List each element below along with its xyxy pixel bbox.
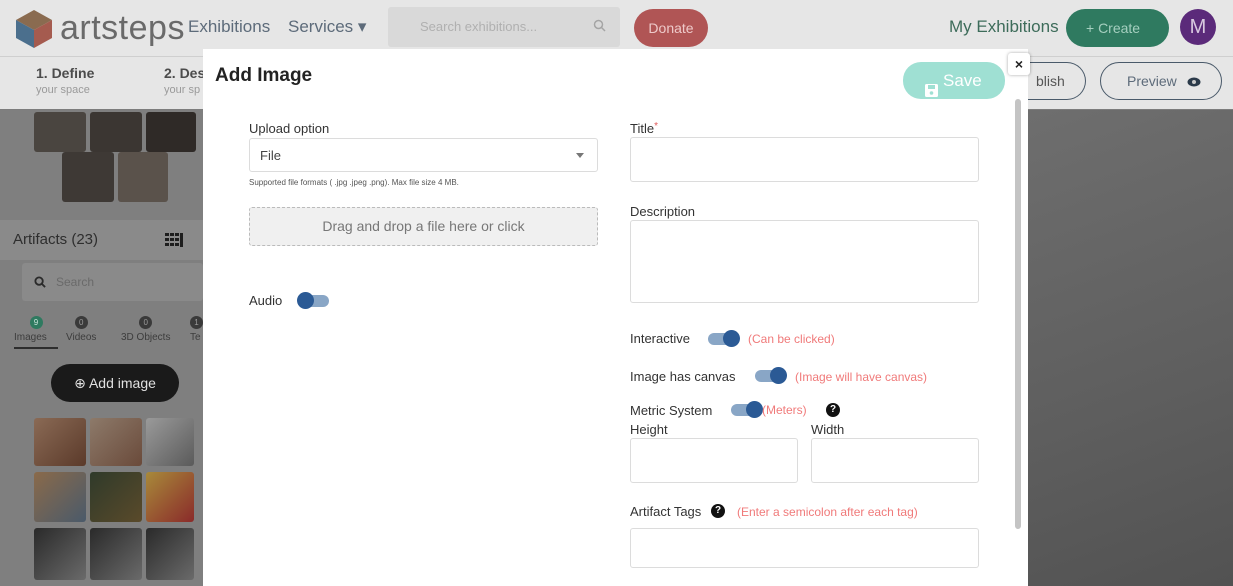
- artsteps-logo[interactable]: artsteps: [12, 6, 185, 50]
- artifact-thumbnail[interactable]: [146, 528, 194, 580]
- step-title: 1. Define: [36, 65, 95, 81]
- artifact-tags-label: Artifact Tags: [630, 504, 702, 519]
- height-input[interactable]: [630, 438, 798, 483]
- metric-system-label: Metric System: [630, 403, 713, 418]
- nav-exhibitions[interactable]: Exhibitions: [188, 17, 270, 37]
- tab-label: 3D Objects: [121, 332, 171, 343]
- title-label-text: Title: [630, 121, 655, 136]
- artifact-tags-input[interactable]: [630, 528, 979, 568]
- tab-label: Images: [14, 332, 47, 343]
- step-define[interactable]: 1. Define your space: [36, 65, 94, 96]
- width-input[interactable]: [811, 438, 979, 483]
- artifact-thumbnail[interactable]: [90, 472, 142, 522]
- file-dropzone[interactable]: Drag and drop a file here or click: [249, 207, 598, 246]
- artifact-thumbnail[interactable]: [90, 528, 142, 580]
- tab-text[interactable]: 1 Te: [190, 316, 203, 343]
- wall-thumbnail[interactable]: [90, 112, 142, 152]
- toggle-knob: [297, 292, 314, 309]
- tab-count: 1: [190, 316, 203, 329]
- artifact-thumbnail[interactable]: [34, 418, 86, 466]
- file-format-hint: Supported file formats ( .jpg .jpeg .png…: [249, 178, 459, 187]
- wall-thumbnail[interactable]: [118, 152, 168, 202]
- top-navbar: artsteps Exhibitions Services ▾ Search e…: [0, 0, 1233, 56]
- chevron-down-icon: [576, 153, 584, 158]
- image-canvas-note: (Image will have canvas): [795, 370, 928, 384]
- logo-text: artsteps: [60, 8, 185, 47]
- title-label: Title*: [630, 121, 658, 136]
- metric-system-toggle[interactable]: [731, 401, 763, 418]
- create-button[interactable]: + Create: [1066, 9, 1169, 47]
- audio-label: Audio: [249, 293, 283, 308]
- step-title: 2. Des: [164, 65, 206, 81]
- upload-option-select[interactable]: File: [249, 138, 598, 172]
- modal-scrollbar[interactable]: [1015, 99, 1021, 529]
- artsteps-logo-icon: [12, 6, 56, 50]
- nav-services[interactable]: Services ▾: [288, 17, 366, 37]
- artifact-tags-note: (Enter a semicolon after each tag): [737, 505, 918, 519]
- add-image-button[interactable]: ⊕ Add image: [51, 364, 179, 402]
- eye-icon: [1187, 64, 1201, 100]
- artifact-thumbnail[interactable]: [146, 472, 194, 522]
- artifact-thumbnail[interactable]: [90, 418, 142, 466]
- image-canvas-label: Image has canvas: [630, 369, 736, 384]
- preview-button[interactable]: Preview: [1100, 62, 1222, 100]
- width-label: Width: [811, 422, 845, 437]
- donate-button[interactable]: Donate: [634, 9, 708, 47]
- tab-videos[interactable]: 0 Videos: [66, 316, 96, 343]
- toggle-knob: [723, 330, 740, 347]
- active-tab-indicator: [14, 347, 58, 349]
- title-input[interactable]: [630, 137, 979, 182]
- artifacts-search-placeholder: Search: [56, 275, 95, 289]
- tab-count: 0: [74, 316, 88, 329]
- help-icon[interactable]: ?: [711, 504, 725, 518]
- step-subtitle: your sp: [164, 84, 201, 96]
- tab-label: Videos: [66, 332, 97, 343]
- interactive-label: Interactive: [630, 331, 690, 346]
- toggle-knob: [746, 401, 763, 418]
- interactive-note: (Can be clicked): [748, 332, 835, 346]
- toggle-knob: [770, 367, 787, 384]
- upload-option-label: Upload option: [249, 121, 330, 136]
- save-label: Save: [943, 71, 982, 90]
- description-textarea[interactable]: [630, 220, 979, 303]
- audio-toggle[interactable]: [297, 292, 329, 309]
- wall-thumbnail[interactable]: [34, 112, 86, 152]
- description-label: Description: [630, 204, 696, 219]
- add-image-modal: Add Image Save × Upload option File Supp…: [203, 49, 1030, 586]
- avatar[interactable]: M: [1180, 9, 1216, 45]
- artifacts-search-input[interactable]: Search: [22, 263, 203, 301]
- save-icon: [925, 73, 938, 110]
- tab-count: 0: [139, 316, 153, 329]
- tab-3d-objects[interactable]: 0 3D Objects: [121, 316, 170, 343]
- image-canvas-toggle[interactable]: [755, 367, 787, 384]
- tab-label: Te: [190, 332, 201, 343]
- interactive-toggle[interactable]: [708, 330, 740, 347]
- search-icon: [34, 275, 46, 293]
- step-design[interactable]: 2. Des your sp: [164, 65, 205, 96]
- artifact-thumbnail[interactable]: [34, 472, 86, 522]
- modal-title: Add Image: [215, 65, 313, 86]
- preview-label: Preview: [1127, 73, 1177, 89]
- artifact-thumbnail[interactable]: [146, 418, 194, 466]
- metric-system-note: (Meters): [762, 403, 807, 417]
- step-subtitle: your space: [36, 84, 90, 96]
- height-label: Height: [630, 422, 668, 437]
- my-exhibitions-link[interactable]: My Exhibitions: [949, 17, 1059, 37]
- 3d-scene-viewport[interactable]: [1028, 110, 1233, 586]
- grid-view-icon[interactable]: [165, 233, 183, 247]
- wall-thumbnail[interactable]: [62, 152, 114, 202]
- upload-option-value: File: [260, 148, 281, 163]
- tab-count: 9: [29, 316, 43, 329]
- artifacts-title: Artifacts (23): [13, 231, 99, 248]
- close-button[interactable]: ×: [1008, 53, 1030, 75]
- tab-images[interactable]: 9 Images: [14, 316, 58, 349]
- search-icon[interactable]: [593, 19, 606, 37]
- required-mark: *: [654, 121, 658, 132]
- save-button[interactable]: Save: [903, 62, 1005, 99]
- artifact-thumbnail[interactable]: [34, 528, 86, 580]
- header-search-placeholder: Search exhibitions...: [420, 19, 538, 34]
- wall-thumbnail[interactable]: [146, 112, 196, 152]
- help-icon[interactable]: ?: [826, 403, 840, 417]
- header-search[interactable]: Search exhibitions...: [388, 7, 620, 47]
